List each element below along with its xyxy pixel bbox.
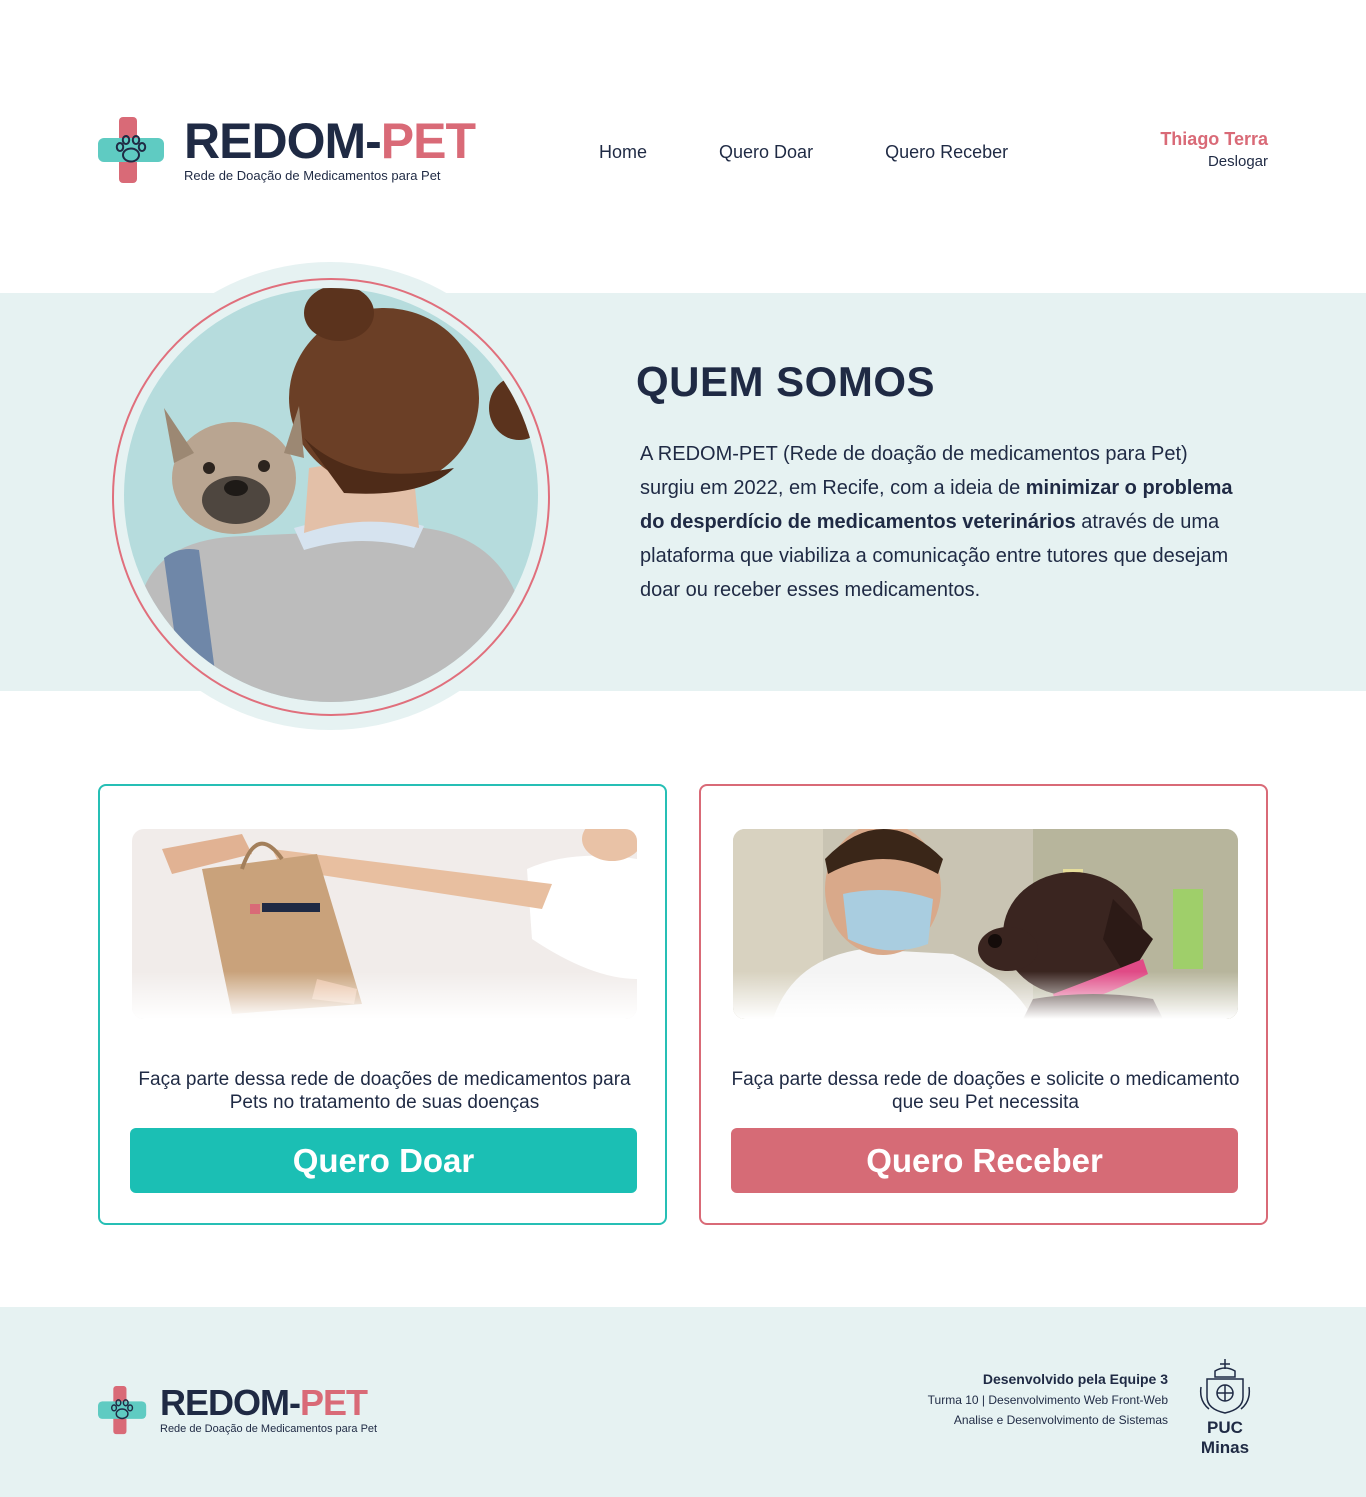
nav-quero-receber-link[interactable]: Quero Receber <box>885 142 1008 163</box>
brand-logo[interactable]: REDOM-PET Rede de Doação de Medicamentos… <box>98 113 476 183</box>
site-footer: REDOM-PET Rede de Doação de Medicamentos… <box>0 1307 1366 1497</box>
donate-card-text: Faça parte dessa rede de doações de medi… <box>138 1069 631 1113</box>
medical-paw-cross-icon <box>98 116 164 183</box>
quero-receber-button[interactable]: Quero Receber <box>731 1128 1238 1193</box>
footer-brand-logo[interactable]: REDOM-PET Rede de Doação de Medicamentos… <box>98 1385 377 1435</box>
institution-name: PUC Minas <box>1200 1418 1250 1457</box>
footer-credits: Desenvolvido pela Equipe 3 Turma 10 | De… <box>928 1371 1168 1427</box>
footer-medical-paw-cross-icon <box>98 1386 147 1435</box>
brand-tagline: Rede de Doação de Medicamentos para Pet <box>184 168 441 183</box>
about-description: A REDOM-PET (Rede de doação de medicamen… <box>640 443 1233 601</box>
brand-name: REDOM-PET <box>184 113 476 169</box>
donate-card: Faça parte dessa rede de doações de medi… <box>98 784 667 1225</box>
vet-with-dog-image <box>733 829 1238 1019</box>
user-menu: Thiago Terra Deslogar <box>1160 129 1268 170</box>
footer-brand-tagline: Rede de Doação de Medicamentos para Pet <box>160 1423 378 1435</box>
site-header: REDOM-PET Rede de Doação de Medicamentos… <box>0 0 1366 290</box>
puc-crest-icon <box>1199 1359 1251 1414</box>
quero-doar-button[interactable]: Quero Doar <box>130 1128 637 1193</box>
about-portrait <box>96 262 564 730</box>
nav-quero-doar-link[interactable]: Quero Doar <box>719 142 813 163</box>
woman-hugging-dog-image <box>124 288 538 702</box>
credits-course: Analise e Desenvolvimento de Sistemas <box>953 1413 1168 1427</box>
footer-brand-name: REDOM-PET <box>160 1382 368 1423</box>
donation-bag-handoff-image <box>132 829 637 1019</box>
user-name[interactable]: Thiago Terra <box>1160 129 1268 150</box>
credits-team: Desenvolvido pela Equipe 3 <box>982 1371 1168 1387</box>
main-nav: Home Quero Doar Quero Receber <box>599 142 1008 163</box>
receive-card-text: Faça parte dessa rede de doações e solic… <box>731 1069 1240 1113</box>
credits-class: Turma 10 | Desenvolvimento Web Front-Web <box>927 1393 1168 1407</box>
logout-link[interactable]: Deslogar <box>1160 153 1268 170</box>
puc-minas-logo: PUC Minas <box>1182 1357 1268 1458</box>
about-title: QUEM SOMOS <box>636 358 936 405</box>
receive-card: Faça parte dessa rede de doações e solic… <box>699 784 1268 1225</box>
nav-home-link[interactable]: Home <box>599 142 647 163</box>
